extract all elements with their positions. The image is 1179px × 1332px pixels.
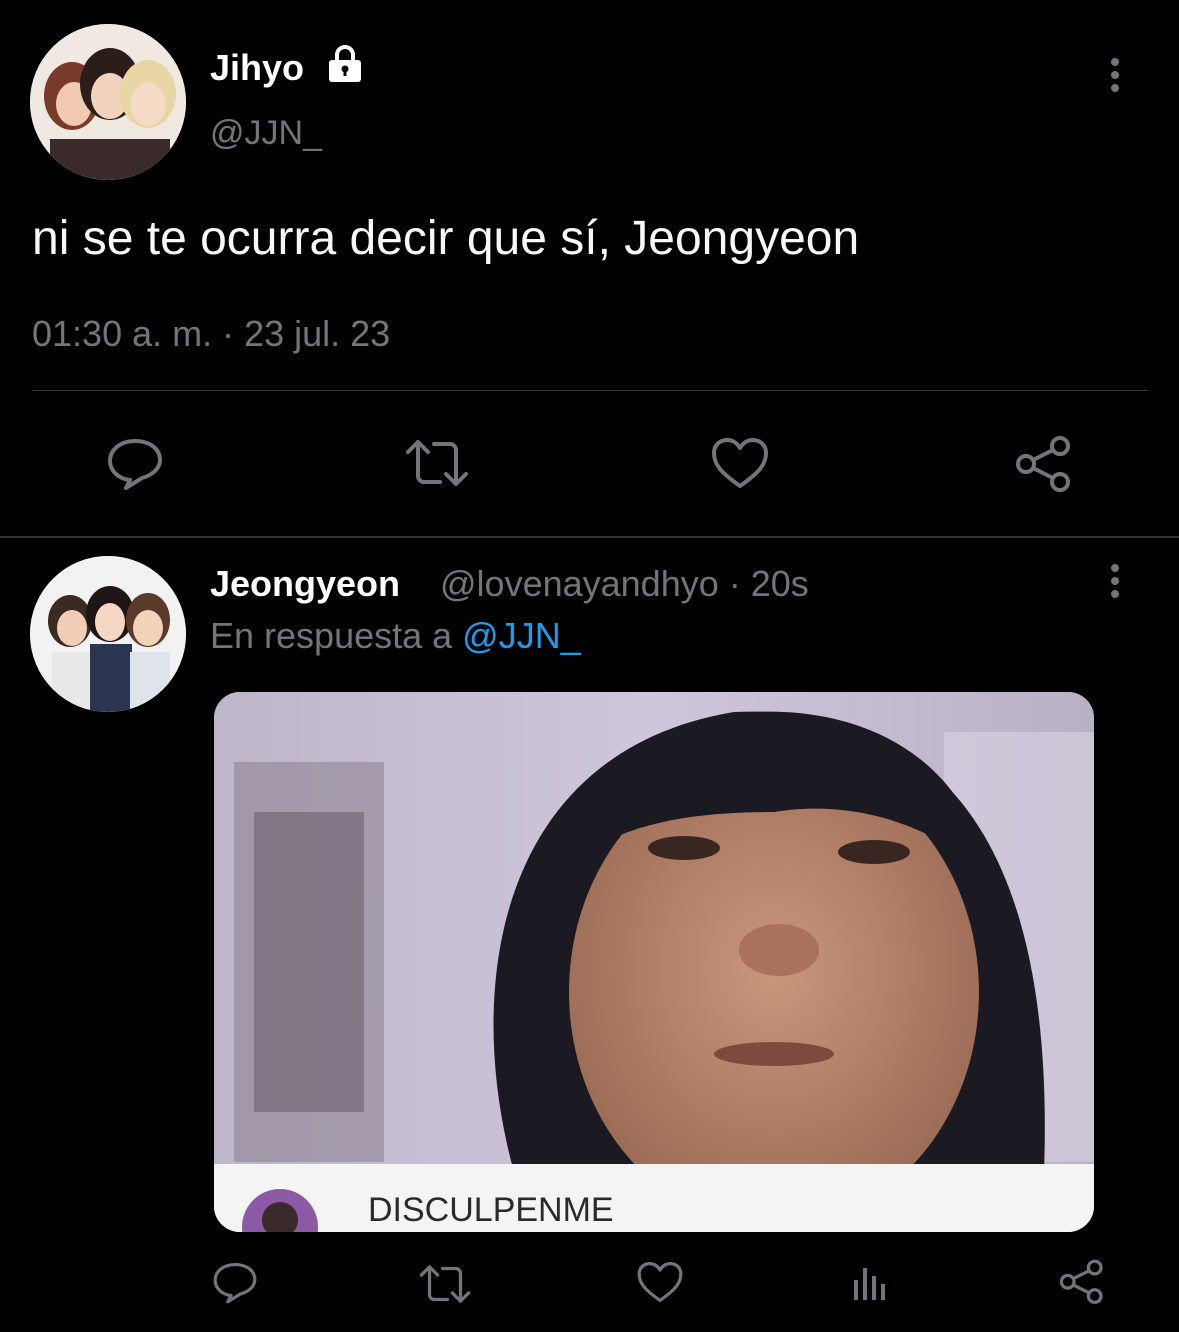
reply-to-link[interactable]: @JJN_ <box>462 615 581 656</box>
avatar[interactable] <box>30 556 186 712</box>
author-handle[interactable]: @JJN_ <box>210 112 322 154</box>
author-name[interactable]: Jeongyeon <box>210 562 400 606</box>
more-vertical-icon[interactable] <box>1100 562 1130 602</box>
tweet-text: ni se te ocurra decir que sí, Jeongyeon <box>32 212 860 265</box>
share-icon[interactable] <box>1014 434 1074 492</box>
avatar[interactable] <box>30 24 186 180</box>
share-icon[interactable] <box>1058 1258 1106 1304</box>
like-icon[interactable] <box>636 1260 684 1304</box>
like-icon[interactable] <box>710 436 770 490</box>
reply-prefix: En respuesta a <box>210 615 453 656</box>
media-caption: DISCULPENME <box>368 1191 614 1229</box>
reply-icon[interactable] <box>212 1260 258 1304</box>
retweet-icon[interactable] <box>418 1262 472 1306</box>
retweet-icon[interactable] <box>404 436 470 490</box>
reply-icon[interactable] <box>106 436 164 490</box>
analytics-icon[interactable] <box>850 1262 890 1302</box>
tweet-timestamp[interactable]: 01:30 a. m. · 23 jul. 23 <box>32 312 390 356</box>
author-handle-time[interactable]: @lovenayandhyo · 20s <box>440 562 809 606</box>
more-vertical-icon[interactable] <box>1100 56 1130 96</box>
reply-context: En respuesta a @JJN_ <box>210 614 581 658</box>
tweet-media[interactable]: DISCULPENME <box>214 692 1094 1232</box>
lock-icon <box>325 44 365 84</box>
author-name[interactable]: Jihyo <box>210 46 304 90</box>
divider <box>32 390 1148 391</box>
section-divider <box>0 536 1179 538</box>
